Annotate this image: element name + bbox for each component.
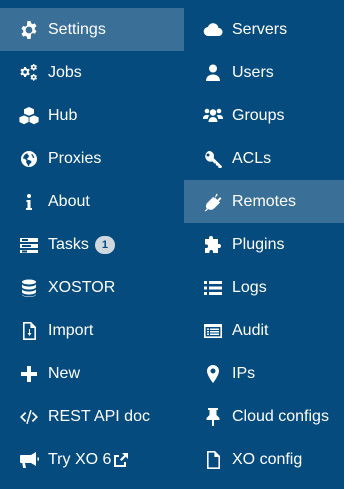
menu-item-servers[interactable]: Servers (184, 8, 344, 51)
gears-icon (19, 63, 39, 83)
user-icon (203, 63, 223, 83)
menu-item-label: Proxies (48, 149, 102, 167)
menu-item-settings[interactable]: Settings (0, 8, 184, 51)
map-marker-icon (203, 364, 223, 384)
users-icon (203, 106, 223, 126)
menu-item-plugins[interactable]: Plugins (184, 223, 344, 266)
globe-icon (19, 149, 39, 169)
key-icon (203, 149, 223, 169)
list-icon (203, 278, 223, 298)
menu-item-label: ACLs (232, 149, 272, 167)
settings-submenu-left: Settings Jobs Hub Proxies About Tasks 1 (0, 0, 184, 489)
plus-icon (19, 364, 39, 384)
audit-list-icon (203, 321, 223, 341)
cloud-icon (203, 20, 223, 40)
menu-item-label: REST API doc (48, 407, 150, 425)
menu-item-label: Audit (232, 321, 269, 339)
code-icon (19, 407, 39, 427)
menu-item-label: Plugins (232, 235, 285, 253)
tasks-count-badge: 1 (94, 235, 115, 254)
menu-item-xo-config[interactable]: XO config (184, 438, 344, 481)
menu-item-new[interactable]: New (0, 352, 184, 395)
menu-item-hub[interactable]: Hub (0, 94, 184, 137)
menu-item-label: Tasks (48, 235, 89, 253)
menu-item-users[interactable]: Users (184, 51, 344, 94)
thumbtack-icon (203, 407, 223, 427)
menu-item-proxies[interactable]: Proxies (0, 137, 184, 180)
menu-item-about[interactable]: About (0, 180, 184, 223)
database-icon (19, 278, 39, 298)
menu-item-label: Import (48, 321, 94, 339)
puzzle-icon (203, 235, 223, 255)
cubes-icon (19, 106, 39, 126)
menu-item-label: Remotes (232, 192, 297, 210)
menu-item-label: About (48, 192, 90, 210)
menu-item-label: Logs (232, 278, 267, 296)
file-icon (203, 450, 223, 470)
menu-item-label: Servers (232, 20, 288, 38)
menu-item-label: Cloud configs (232, 407, 329, 425)
menu-item-remotes[interactable]: Remotes (184, 180, 344, 223)
menu-item-label: Hub (48, 106, 78, 124)
info-icon (19, 192, 39, 212)
menu-item-try-xo6[interactable]: Try XO 6 (0, 438, 184, 481)
tasks-icon (19, 235, 39, 255)
menu-item-audit[interactable]: Audit (184, 309, 344, 352)
menu-item-label: Jobs (48, 63, 82, 81)
menu-item-groups[interactable]: Groups (184, 94, 344, 137)
menu-item-logs[interactable]: Logs (184, 266, 344, 309)
menu-item-label: IPs (232, 364, 256, 382)
menu-item-label: XO config (232, 450, 303, 468)
menu-item-ips[interactable]: IPs (184, 352, 344, 395)
gear-icon (19, 20, 39, 40)
menu-item-label: XOSTOR (48, 278, 116, 296)
menu-item-label: Settings (48, 20, 106, 38)
menu-item-import[interactable]: Import (0, 309, 184, 352)
bullhorn-icon (19, 450, 39, 470)
menu-item-tasks[interactable]: Tasks 1 (0, 223, 184, 266)
menu-item-rest-api-doc[interactable]: REST API doc (0, 395, 184, 438)
menu-item-jobs[interactable]: Jobs (0, 51, 184, 94)
menu-item-acls[interactable]: ACLs (184, 137, 344, 180)
external-link-icon (114, 452, 129, 467)
menu-item-label: Users (232, 63, 274, 81)
plug-icon (203, 192, 223, 212)
menu-item-xostor[interactable]: XOSTOR (0, 266, 184, 309)
menu-item-label: New (48, 364, 81, 382)
menu-item-label: Try XO 6 (48, 450, 112, 468)
menu-item-cloud-configs[interactable]: Cloud configs (184, 395, 344, 438)
menu-item-label: Groups (232, 106, 285, 124)
settings-submenu-right: Servers Users Groups ACLs Remotes Plugin… (184, 0, 344, 489)
file-import-icon (19, 321, 39, 341)
